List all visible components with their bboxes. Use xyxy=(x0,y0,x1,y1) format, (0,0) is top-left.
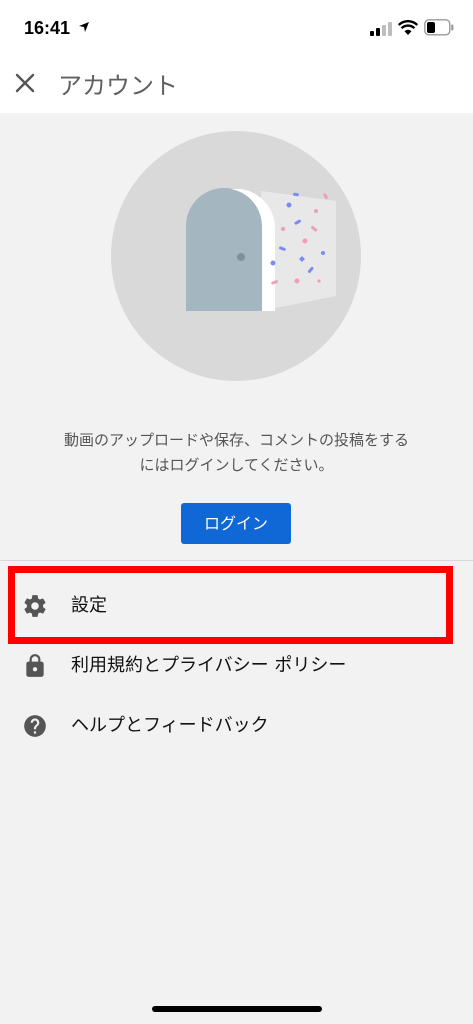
lock-icon xyxy=(26,654,44,677)
help-icon xyxy=(24,715,46,737)
app-header: アカウント xyxy=(0,56,473,113)
menu-item-terms-privacy[interactable]: 利用規約とプライバシー ポリシー xyxy=(0,635,473,695)
login-prompt: 動画のアップロードや保存、コメントの投稿をする にはログインしてください。 xyxy=(30,428,443,478)
wifi-icon xyxy=(398,20,418,35)
highlight-box xyxy=(8,566,453,644)
location-arrow-icon xyxy=(79,22,89,32)
menu-label-help-feedback: ヘルプとフィードバック xyxy=(71,715,269,736)
cellular-signal-icon xyxy=(370,22,392,36)
login-prompt-line1: 動画のアップロードや保存、コメントの投稿をする xyxy=(63,431,409,449)
login-button[interactable]: ログイン xyxy=(181,503,291,544)
home-indicator xyxy=(152,1006,322,1012)
screen: 16:41 アカウント 動画のアップロードや保存、コメントの投稿をする にはログ… xyxy=(0,0,473,1024)
menu-item-help-feedback[interactable]: ヘルプとフィードバック xyxy=(0,695,473,755)
door-confetti-illustration xyxy=(111,131,361,381)
status-time: 16:41 xyxy=(24,18,71,38)
page-title: アカウント xyxy=(58,72,178,100)
menu-label-terms-privacy: 利用規約とプライバシー ポリシー xyxy=(71,655,347,676)
close-icon[interactable] xyxy=(14,72,36,94)
battery-icon xyxy=(424,19,454,36)
login-prompt-line2: にはログインしてください。 xyxy=(139,456,334,474)
divider xyxy=(0,560,473,561)
status-bar: 16:41 xyxy=(0,0,473,56)
